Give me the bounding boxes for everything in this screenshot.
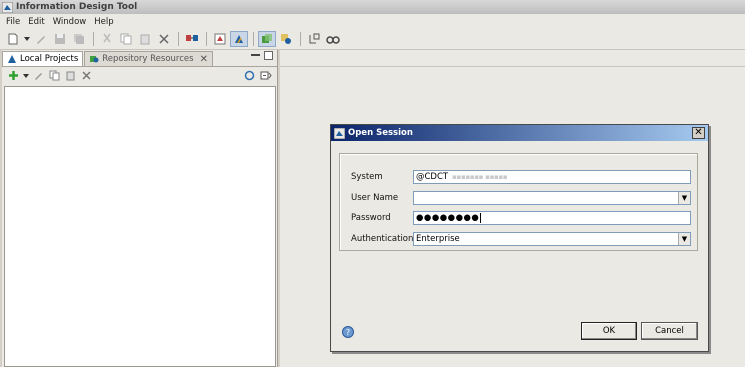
- dialog-title: Open Session: [348, 128, 413, 138]
- save-icon[interactable]: [51, 31, 69, 47]
- tab-label: Repository Resources: [102, 54, 194, 64]
- menu-file[interactable]: File: [2, 17, 24, 27]
- project-icon[interactable]: [211, 31, 229, 47]
- username-combo[interactable]: ▼: [413, 191, 691, 205]
- save-all-icon[interactable]: [70, 31, 88, 47]
- tab-repository-resources[interactable]: Repository Resources ✕: [84, 51, 213, 66]
- authentication-row: Authentication Enterprise ▼: [351, 232, 691, 246]
- delete-icon[interactable]: [79, 69, 94, 83]
- authentication-value: Enterprise: [416, 234, 460, 244]
- local-projects-view-icon[interactable]: [258, 31, 276, 47]
- copy-icon[interactable]: [47, 69, 62, 83]
- panel-toolbar: [2, 66, 277, 84]
- text-caret: [480, 213, 482, 223]
- edit-icon[interactable]: [31, 69, 46, 83]
- close-icon[interactable]: ✕: [200, 54, 208, 65]
- dialog-titlebar: Open Session ✕: [331, 125, 708, 141]
- menu-help[interactable]: Help: [90, 17, 117, 27]
- toolbar-separator: [253, 32, 254, 46]
- local-projects-panel: Local Projects Repository Resources ✕: [2, 50, 278, 367]
- app-icon: [2, 1, 13, 13]
- app-titlebar: Information Design Tool: [0, 0, 745, 14]
- system-field[interactable]: @CDCT ▪▪▪▪▪▪▪ ▪▪▪▪▪: [413, 170, 691, 184]
- app-title: Information Design Tool: [16, 2, 138, 12]
- system-row: System @CDCT ▪▪▪▪▪▪▪ ▪▪▪▪▪: [351, 170, 691, 184]
- minimize-icon[interactable]: [251, 51, 260, 56]
- session-fields-group: System @CDCT ▪▪▪▪▪▪▪ ▪▪▪▪▪ User Name ▼ P…: [339, 153, 698, 251]
- paste-icon[interactable]: [63, 69, 78, 83]
- username-row: User Name ▼: [351, 191, 691, 205]
- password-value: ●●●●●●●●: [416, 213, 480, 223]
- repository-view-icon[interactable]: [277, 31, 295, 47]
- connection-icon[interactable]: [183, 31, 201, 47]
- ok-button[interactable]: OK: [581, 322, 637, 340]
- chevron-down-icon[interactable]: ▼: [678, 192, 690, 204]
- perspective-icon[interactable]: [230, 31, 248, 47]
- add-icon[interactable]: [6, 69, 21, 83]
- password-field[interactable]: ●●●●●●●●: [413, 211, 691, 225]
- paste-icon[interactable]: [136, 31, 154, 47]
- main-toolbar: [0, 29, 745, 50]
- chevron-down-icon[interactable]: ▼: [678, 233, 690, 245]
- panel-tabs: Local Projects Repository Resources ✕: [2, 50, 277, 66]
- copy-icon[interactable]: [117, 31, 135, 47]
- dialog-app-icon: [334, 127, 345, 139]
- toolbar-separator: [178, 32, 179, 46]
- repository-icon: [90, 56, 99, 63]
- cancel-button[interactable]: Cancel: [641, 322, 698, 340]
- projects-tree[interactable]: [4, 86, 276, 367]
- menu-edit[interactable]: Edit: [24, 17, 48, 27]
- username-label: User Name: [351, 193, 399, 203]
- local-projects-icon: [8, 55, 16, 63]
- editor-divider: [280, 66, 745, 67]
- system-label: System: [351, 172, 383, 182]
- svg-text:?: ?: [346, 328, 350, 337]
- collapse-all-icon[interactable]: [258, 69, 273, 83]
- open-session-dialog: Open Session ✕ System @CDCT ▪▪▪▪▪▪▪ ▪▪▪▪…: [330, 124, 709, 352]
- redacted-text: ▪▪▪▪▪▪▪ ▪▪▪▪▪: [452, 173, 508, 181]
- toolbar-separator: [93, 32, 94, 46]
- panel-controls: [251, 51, 273, 60]
- search-icon[interactable]: [324, 31, 342, 47]
- toolbar-separator: [206, 32, 207, 46]
- maximize-icon[interactable]: [264, 51, 273, 60]
- refresh-icon[interactable]: [242, 69, 257, 83]
- authentication-select[interactable]: Enterprise ▼: [413, 232, 691, 246]
- menu-window[interactable]: Window: [49, 17, 91, 27]
- edit-icon[interactable]: [32, 31, 50, 47]
- password-label: Password: [351, 213, 391, 223]
- close-icon[interactable]: ✕: [692, 127, 705, 139]
- dropdown-arrow-icon[interactable]: [23, 31, 31, 47]
- password-row: Password ●●●●●●●●: [351, 211, 691, 225]
- menu-bar: File Edit Window Help: [0, 14, 745, 29]
- new-file-icon[interactable]: [4, 31, 22, 47]
- toolbar-separator: [300, 32, 301, 46]
- dropdown-arrow-icon[interactable]: [22, 69, 30, 83]
- help-icon[interactable]: ?: [342, 326, 354, 338]
- tab-label: Local Projects: [20, 54, 79, 64]
- delete-icon[interactable]: [155, 31, 173, 47]
- authentication-label: Authentication: [351, 234, 414, 244]
- system-value: @CDCT: [416, 172, 449, 182]
- cut-icon[interactable]: [98, 31, 116, 47]
- tab-local-projects[interactable]: Local Projects: [2, 51, 84, 66]
- link-icon[interactable]: [305, 31, 323, 47]
